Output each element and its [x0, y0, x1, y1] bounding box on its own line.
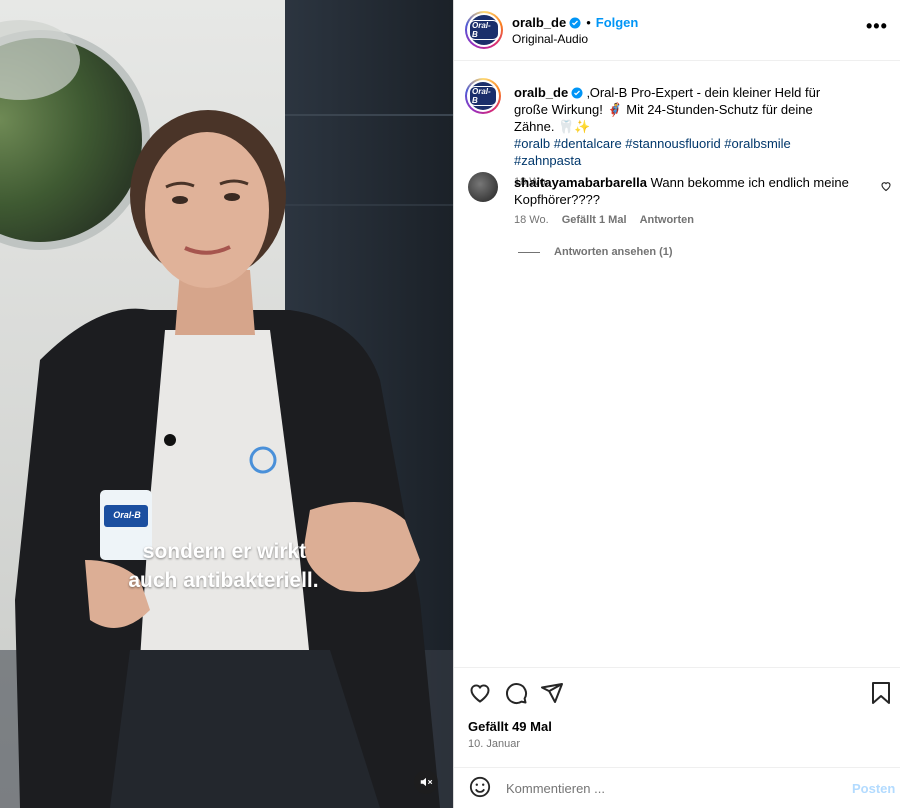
comment-like-heart-icon[interactable]: [880, 180, 892, 192]
author-username[interactable]: oralb_de: [512, 15, 566, 30]
post-header: Oral-B oralb_de • Folgen Original-Audio ••…: [454, 0, 900, 61]
caption-username[interactable]: oralb_de: [514, 85, 568, 100]
comment-meta: 18 Wo. Gefällt 1 Mal Antworten: [514, 214, 704, 226]
replies-divider: [518, 251, 540, 253]
post-date[interactable]: 10. Januar: [468, 738, 520, 750]
caption-avatar[interactable]: Oral-B: [465, 78, 501, 114]
comment-time: 18 Wo.: [514, 214, 549, 226]
comment-likes[interactable]: Gefällt 1 Mal: [562, 214, 627, 226]
mute-button[interactable]: [414, 770, 438, 794]
post-panel: Oral-B oralb_de • Folgen Original-Audio ••…: [453, 0, 900, 808]
commenter-avatar[interactable]: [468, 172, 498, 202]
video-subtitle-line-1: sondern er wirkt: [142, 540, 307, 563]
author-avatar[interactable]: Oral-B: [465, 11, 503, 49]
speaker-muted-icon: [420, 777, 433, 787]
like-heart-icon[interactable]: [468, 681, 492, 705]
post-actions: Gefällt 49 Mal 10. Januar: [454, 667, 900, 768]
caption-avatar-logo: Oral-B: [469, 86, 497, 106]
comment-item: shaitayamabarbarella Wann bekomme ich en…: [514, 174, 849, 208]
comment-input[interactable]: [504, 780, 808, 797]
view-replies-label: Antworten ansehen (1): [554, 246, 673, 258]
comment-bubble-icon[interactable]: [504, 681, 528, 705]
like-count[interactable]: Gefällt 49 Mal: [468, 719, 552, 734]
save-bookmark-icon[interactable]: [870, 681, 892, 705]
original-audio-link[interactable]: Original-Audio: [512, 32, 588, 46]
comment-reply-button[interactable]: Antworten: [640, 214, 694, 226]
video-subtitle-line-2: auch antibakteriell.: [128, 569, 319, 592]
header-name-row: oralb_de • Folgen: [512, 14, 638, 32]
more-options-button[interactable]: •••: [866, 16, 888, 37]
avatar-logo: Oral-B: [469, 20, 499, 40]
comment-bar: Posten: [454, 767, 900, 809]
video-frame: [0, 0, 453, 808]
video-player[interactable]: Oral-B sondern er wirkt auch antibakteri…: [0, 0, 453, 808]
emoji-smiley-icon[interactable]: [469, 776, 491, 798]
commenter-username[interactable]: shaitayamabarbarella: [514, 175, 647, 190]
verified-badge-icon: [571, 87, 583, 99]
caption-hashtags[interactable]: #oralb #dentalcare #stannousfluorid #ora…: [514, 136, 791, 168]
share-send-icon[interactable]: [540, 681, 564, 705]
view-replies-button[interactable]: Antworten ansehen (1): [518, 246, 673, 258]
product-label: Oral-B: [113, 510, 141, 520]
follow-button[interactable]: Folgen: [596, 15, 639, 30]
verified-badge-icon: [569, 17, 581, 29]
separator-dot: •: [586, 15, 591, 30]
post-comment-button[interactable]: Posten: [852, 781, 895, 796]
